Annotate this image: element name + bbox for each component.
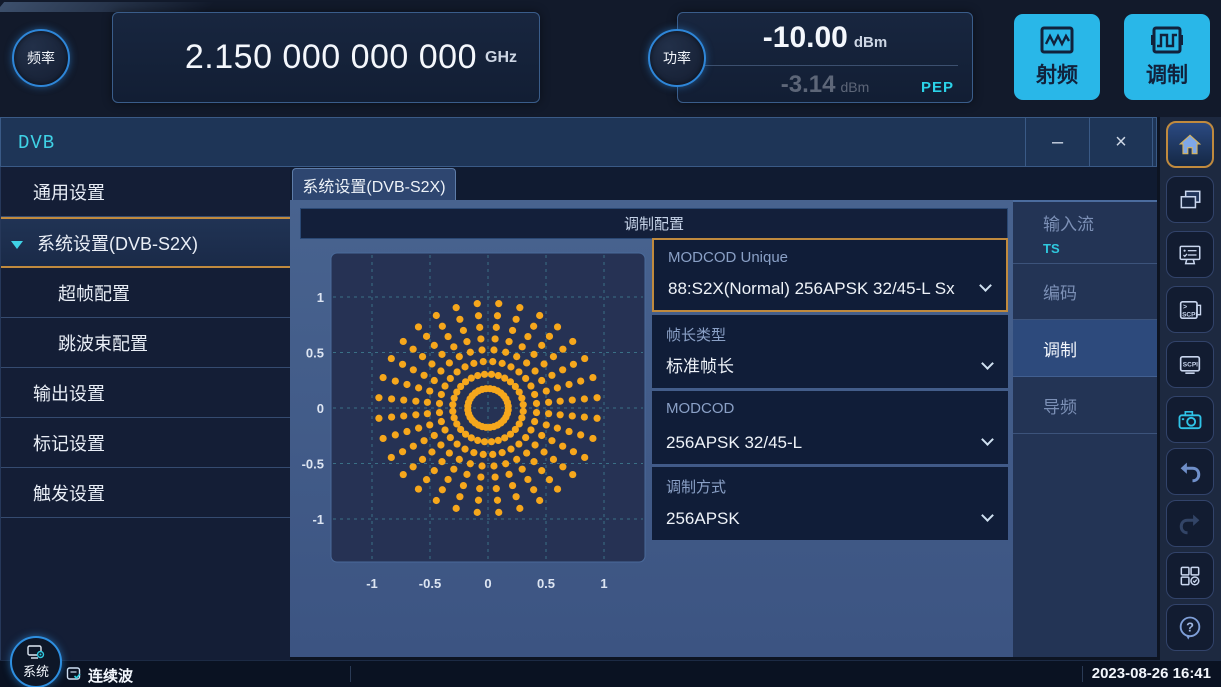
svg-text:SCPI: SCPI xyxy=(1183,361,1198,368)
undo-icon[interactable] xyxy=(1166,448,1214,495)
sidebar-item-marker-settings[interactable]: 标记设置 xyxy=(1,418,290,468)
svg-text:-1: -1 xyxy=(366,576,378,591)
sidebar-item-beam-hopping-config[interactable]: 跳波束配置 xyxy=(1,318,290,368)
sidebar-item-output-settings[interactable]: 输出设置 xyxy=(1,368,290,418)
chevron-down-icon xyxy=(981,509,994,522)
nav-item-modulation[interactable]: 调制 xyxy=(1013,320,1157,377)
chevron-down-icon xyxy=(981,433,994,446)
status-bar: 连续波 2023-08-26 16:41 xyxy=(0,660,1221,687)
redo-icon[interactable] xyxy=(1166,500,1214,547)
input-stream-type: TS xyxy=(1043,241,1157,256)
divider xyxy=(1082,666,1083,682)
grid-apps-icon[interactable] xyxy=(1166,552,1214,599)
scpi-terminal-icon[interactable]: > SCPI xyxy=(1166,286,1214,333)
rf-waveform-icon xyxy=(1040,26,1074,54)
svg-text:0.5: 0.5 xyxy=(306,346,324,361)
modulation-button[interactable]: 调制 xyxy=(1124,14,1210,100)
svg-text:-0.5: -0.5 xyxy=(302,457,324,472)
svg-text:?: ? xyxy=(1186,619,1194,634)
panel-title: 调制配置 xyxy=(300,208,1008,239)
frequency-display[interactable]: 2.150 000 000 000 GHz xyxy=(112,12,540,103)
sidebar-item-general-settings[interactable]: 通用设置 xyxy=(1,167,290,217)
nav-item-coding[interactable]: 编码 xyxy=(1013,264,1157,320)
home-icon[interactable] xyxy=(1166,121,1214,168)
svg-text:1: 1 xyxy=(600,576,607,591)
frequency-unit: GHz xyxy=(485,49,517,67)
frequency-value: 2.150 000 000 000 xyxy=(185,38,477,77)
power-display[interactable]: -10.00dBm -3.14dBm PEP xyxy=(677,12,973,103)
carrier-mode-label: 连续波 xyxy=(88,665,133,686)
sidebar-item-superframe-config[interactable]: 超帧配置 xyxy=(1,268,290,318)
chevron-down-icon xyxy=(981,357,994,370)
divider xyxy=(350,666,351,682)
rf-button[interactable]: 射频 xyxy=(1014,14,1100,100)
minimize-button[interactable]: – xyxy=(1025,118,1089,167)
stacked-windows-icon[interactable] xyxy=(1166,176,1214,223)
pep-value: -3.14 xyxy=(781,71,836,98)
dvb-window-titlebar: DVB – × xyxy=(0,117,1157,167)
tab-system-settings[interactable]: 系统设置(DVB-S2X) xyxy=(292,168,456,200)
nav-item-pilot[interactable]: 导频 xyxy=(1013,377,1157,434)
constellation-plot: -1 -0.5 0 0.5 1 1 0.5 0 -0.5 -1 xyxy=(296,247,649,600)
svg-text:0: 0 xyxy=(317,401,324,416)
svg-text:-1: -1 xyxy=(312,512,324,527)
system-gear-icon xyxy=(27,645,45,660)
expand-arrow-icon xyxy=(11,241,23,249)
sidebar-item-system-settings[interactable]: 系统设置(DVB-S2X) xyxy=(1,217,290,268)
pulse-waveform-icon xyxy=(1150,26,1184,54)
window-title: DVB xyxy=(18,132,55,154)
camera-icon[interactable] xyxy=(1166,396,1214,443)
field-modcod-unique[interactable]: MODCOD Unique 88:S2X(Normal) 256APSK 32/… xyxy=(652,238,1008,312)
svg-text:1: 1 xyxy=(317,290,324,305)
svg-text:SCPI: SCPI xyxy=(1182,311,1197,318)
waveform-mode-icon xyxy=(66,666,82,682)
power-knob[interactable]: 功率 xyxy=(648,29,706,87)
divider xyxy=(702,65,958,66)
settings-sidebar: 通用设置 系统设置(DVB-S2X) 超帧配置 跳波束配置 输出设置 标记设置 … xyxy=(0,167,290,660)
top-bar: 2.150 000 000 000 GHz 频率 -10.00dBm -3.14… xyxy=(0,0,1221,117)
section-nav: 输入流 TS 编码 调制 导频 xyxy=(1013,200,1157,657)
scpi-monitor-icon[interactable]: SCPI xyxy=(1166,341,1214,388)
nav-item-input-stream[interactable]: 输入流 TS xyxy=(1013,202,1157,264)
monitor-checklist-icon[interactable] xyxy=(1166,231,1214,278)
clock: 2023-08-26 16:41 xyxy=(1092,665,1211,682)
right-toolbar: > SCPI SCPI xyxy=(1160,117,1221,660)
field-modcod[interactable]: MODCOD 256APSK 32/45-L xyxy=(652,391,1008,464)
frequency-knob[interactable]: 频率 xyxy=(12,29,70,87)
chevron-down-icon xyxy=(979,279,992,292)
field-frame-length-type[interactable]: 帧长类型 标准帧长 xyxy=(652,315,1008,388)
close-button[interactable]: × xyxy=(1089,118,1153,167)
field-modulation-type[interactable]: 调制方式 256APSK xyxy=(652,467,1008,540)
svg-text:0: 0 xyxy=(484,576,491,591)
pep-label: PEP xyxy=(921,79,954,96)
tab-strip: 系统设置(DVB-S2X) xyxy=(290,167,1157,200)
system-button[interactable]: 系统 xyxy=(10,636,62,687)
help-icon[interactable]: ? xyxy=(1166,604,1214,651)
sidebar-item-trigger-settings[interactable]: 触发设置 xyxy=(1,468,290,518)
svg-text:0.5: 0.5 xyxy=(537,576,555,591)
svg-text:>: > xyxy=(1183,303,1187,310)
svg-text:-0.5: -0.5 xyxy=(419,576,441,591)
power-value: -10.00 xyxy=(763,21,848,54)
